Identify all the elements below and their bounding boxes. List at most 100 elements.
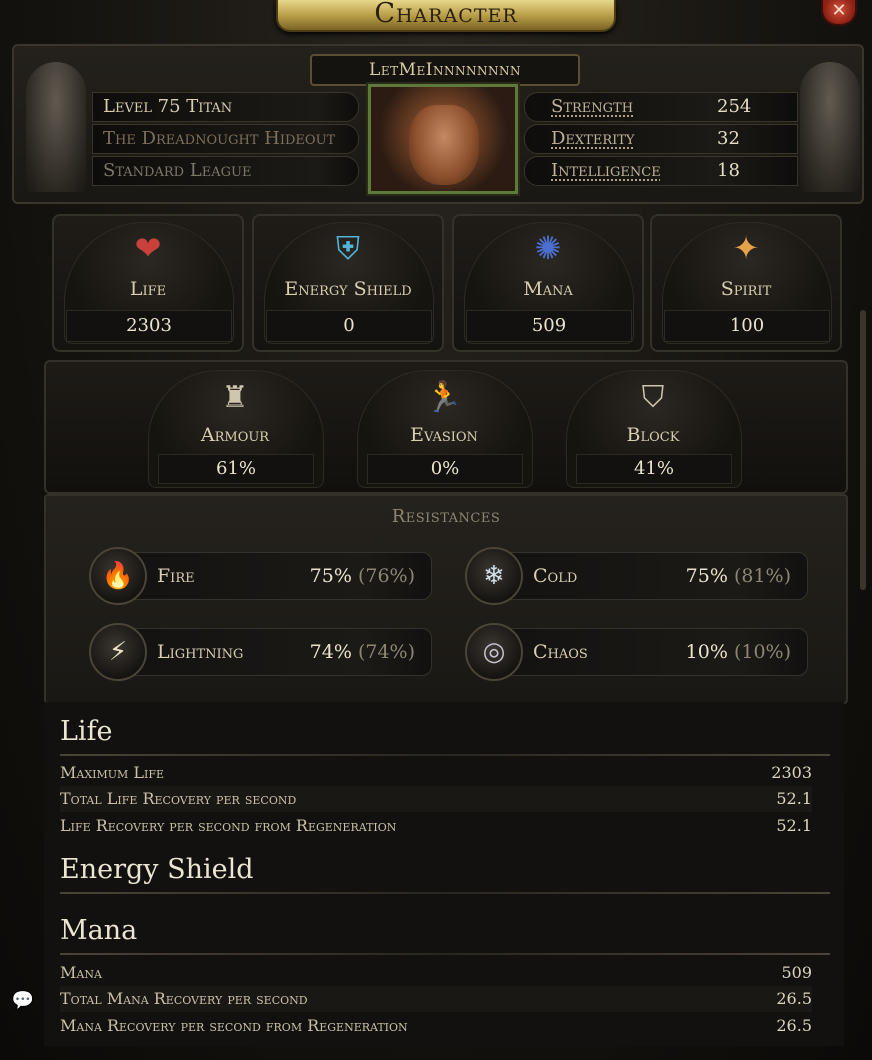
resistance-chaos[interactable]: ◎ Chaos 10% (10%) (465, 623, 808, 681)
defence-value: 0% (367, 454, 523, 484)
resistance-max: (74%) (357, 641, 415, 663)
shield-icon: ⛨ (335, 229, 360, 267)
defences-top-row: ❤ Life 2303 ⛨ Energy Shield 0 ✺ Mana 509… (44, 214, 844, 352)
stat-row[interactable]: Mana Recovery per second from Regenerati… (60, 1013, 812, 1039)
lightning-icon: ⚡ (89, 623, 147, 681)
defence-label: Block (626, 424, 680, 446)
defence-value: 0 (266, 310, 432, 342)
section-divider (60, 754, 830, 756)
defence-label: Life (129, 278, 167, 300)
stat-row[interactable]: Life Recovery per second from Regenerati… (60, 813, 812, 839)
block-icon: ⛉ (641, 380, 665, 415)
stat-row[interactable]: Total Life Recovery per second 52.1 (60, 786, 812, 812)
section-divider (60, 892, 830, 894)
defence-label: Mana (523, 278, 573, 300)
cold-icon: ❄ (465, 547, 523, 605)
resistance-value: 75% (81%) (686, 553, 791, 599)
attribute-label: Strength (551, 96, 634, 117)
resistances-title: Resistances (391, 506, 501, 527)
resistance-value: 74% (74%) (310, 629, 415, 675)
stat-row[interactable]: Mana 509 (60, 960, 812, 986)
resistances-panel: Resistances 🔥 Fire 75% (76%) ❄ Cold 75% … (44, 494, 848, 704)
character-name: LetMeInnnnnnnn (310, 54, 580, 86)
character-portrait[interactable] (366, 82, 520, 196)
defence-value: 509 (466, 310, 632, 342)
resistance-label: Chaos (533, 641, 588, 663)
section-title-mana: Mana (60, 915, 138, 946)
character-league: Standard League (92, 156, 359, 186)
section-title-energy-shield: Energy Shield (60, 854, 254, 885)
attribute-value: 18 (717, 160, 740, 181)
defence-value: 2303 (66, 310, 232, 342)
attribute-value: 254 (717, 96, 752, 117)
resistance-value: 75% (76%) (310, 553, 415, 599)
resistance-max: (81%) (733, 565, 791, 587)
chaos-icon: ◎ (465, 623, 523, 681)
resistance-label: Cold (533, 565, 578, 587)
resistance-fire[interactable]: 🔥 Fire 75% (76%) (89, 547, 432, 605)
mana-icon: ✺ (534, 229, 562, 267)
defence-value: 41% (576, 454, 732, 484)
chat-bubble-icon[interactable]: 💬 (10, 990, 36, 1012)
resistance-label: Fire (157, 565, 195, 587)
resistance-cold[interactable]: ❄ Cold 75% (81%) (465, 547, 808, 605)
resistance-lightning[interactable]: ⚡ Lightning 74% (74%) (89, 623, 432, 681)
heart-icon: ❤ (134, 229, 162, 267)
section-title-life: Life (60, 716, 113, 747)
defence-mana[interactable]: ✺ Mana 509 (452, 214, 644, 352)
defence-evasion[interactable]: 🏃 Evasion 0% (357, 370, 533, 488)
stat-value: 26.5 (776, 1016, 812, 1035)
stat-value: 26.5 (776, 989, 812, 1008)
resistance-current: 75% (685, 565, 728, 587)
defence-label: Energy Shield (284, 278, 412, 300)
character-window: Character ✕ LetMeInnnnnnnn Level 75 Tita… (0, 0, 872, 1060)
stat-label: Total Life Recovery per second (60, 789, 297, 808)
attribute-dexterity[interactable]: Dexterity 32 (524, 124, 798, 154)
defence-block[interactable]: ⛉ Block 41% (566, 370, 742, 488)
stat-label: Life Recovery per second from Regenerati… (60, 816, 397, 835)
stat-value: 509 (781, 963, 812, 982)
stat-row[interactable]: Maximum Life 2303 (60, 760, 812, 786)
resistance-label: Lightning (157, 641, 244, 663)
stat-value: 52.1 (776, 816, 812, 835)
attribute-label: Dexterity (551, 128, 635, 149)
defence-label: Evasion (410, 424, 478, 446)
stat-value: 52.1 (776, 789, 812, 808)
resistance-value: 10% (10%) (686, 629, 791, 675)
armour-icon: ♜ (221, 380, 249, 415)
statue-left-decoration (26, 62, 86, 192)
stat-label: Total Mana Recovery per second (60, 989, 308, 1008)
window-title: Character (276, 0, 616, 32)
stat-row[interactable]: Total Mana Recovery per second 26.5 (60, 986, 812, 1012)
resistance-current: 10% (685, 641, 728, 663)
defence-label: Armour (200, 424, 270, 446)
defences-bottom-row: ♜ Armour 61% 🏃 Evasion 0% ⛉ Block 41% (44, 360, 848, 494)
stat-value: 2303 (771, 763, 812, 782)
stat-label: Mana (60, 963, 102, 982)
defence-value: 61% (158, 454, 314, 484)
resistance-max: (10%) (733, 641, 791, 663)
defence-label: Spirit (720, 278, 772, 300)
scrollbar[interactable] (860, 310, 866, 590)
stat-label: Maximum Life (60, 763, 165, 782)
defence-life[interactable]: ❤ Life 2303 (52, 214, 244, 352)
stat-label: Mana Recovery per second from Regenerati… (60, 1016, 408, 1035)
resistance-current: 75% (309, 565, 352, 587)
defence-value: 100 (664, 310, 830, 342)
defence-spirit[interactable]: ✦ Spirit 100 (650, 214, 842, 352)
attribute-label: Intelligence (551, 160, 661, 181)
defence-energy-shield[interactable]: ⛨ Energy Shield 0 (252, 214, 444, 352)
stats-list[interactable]: Life Maximum Life 2303 Total Life Recove… (44, 702, 844, 1046)
close-button[interactable]: ✕ (821, 0, 857, 26)
attribute-value: 32 (717, 128, 740, 149)
evasion-icon: 🏃 (425, 380, 463, 415)
character-level-class: Level 75 Titan (92, 92, 359, 122)
resistance-current: 74% (309, 641, 352, 663)
fire-icon: 🔥 (89, 547, 147, 605)
resistance-max: (76%) (357, 565, 415, 587)
defence-armour[interactable]: ♜ Armour 61% (148, 370, 324, 488)
attribute-intelligence[interactable]: Intelligence 18 (524, 156, 798, 186)
statue-right-decoration (800, 62, 860, 192)
portrait-face (409, 105, 479, 185)
attribute-strength[interactable]: Strength 254 (524, 92, 798, 122)
